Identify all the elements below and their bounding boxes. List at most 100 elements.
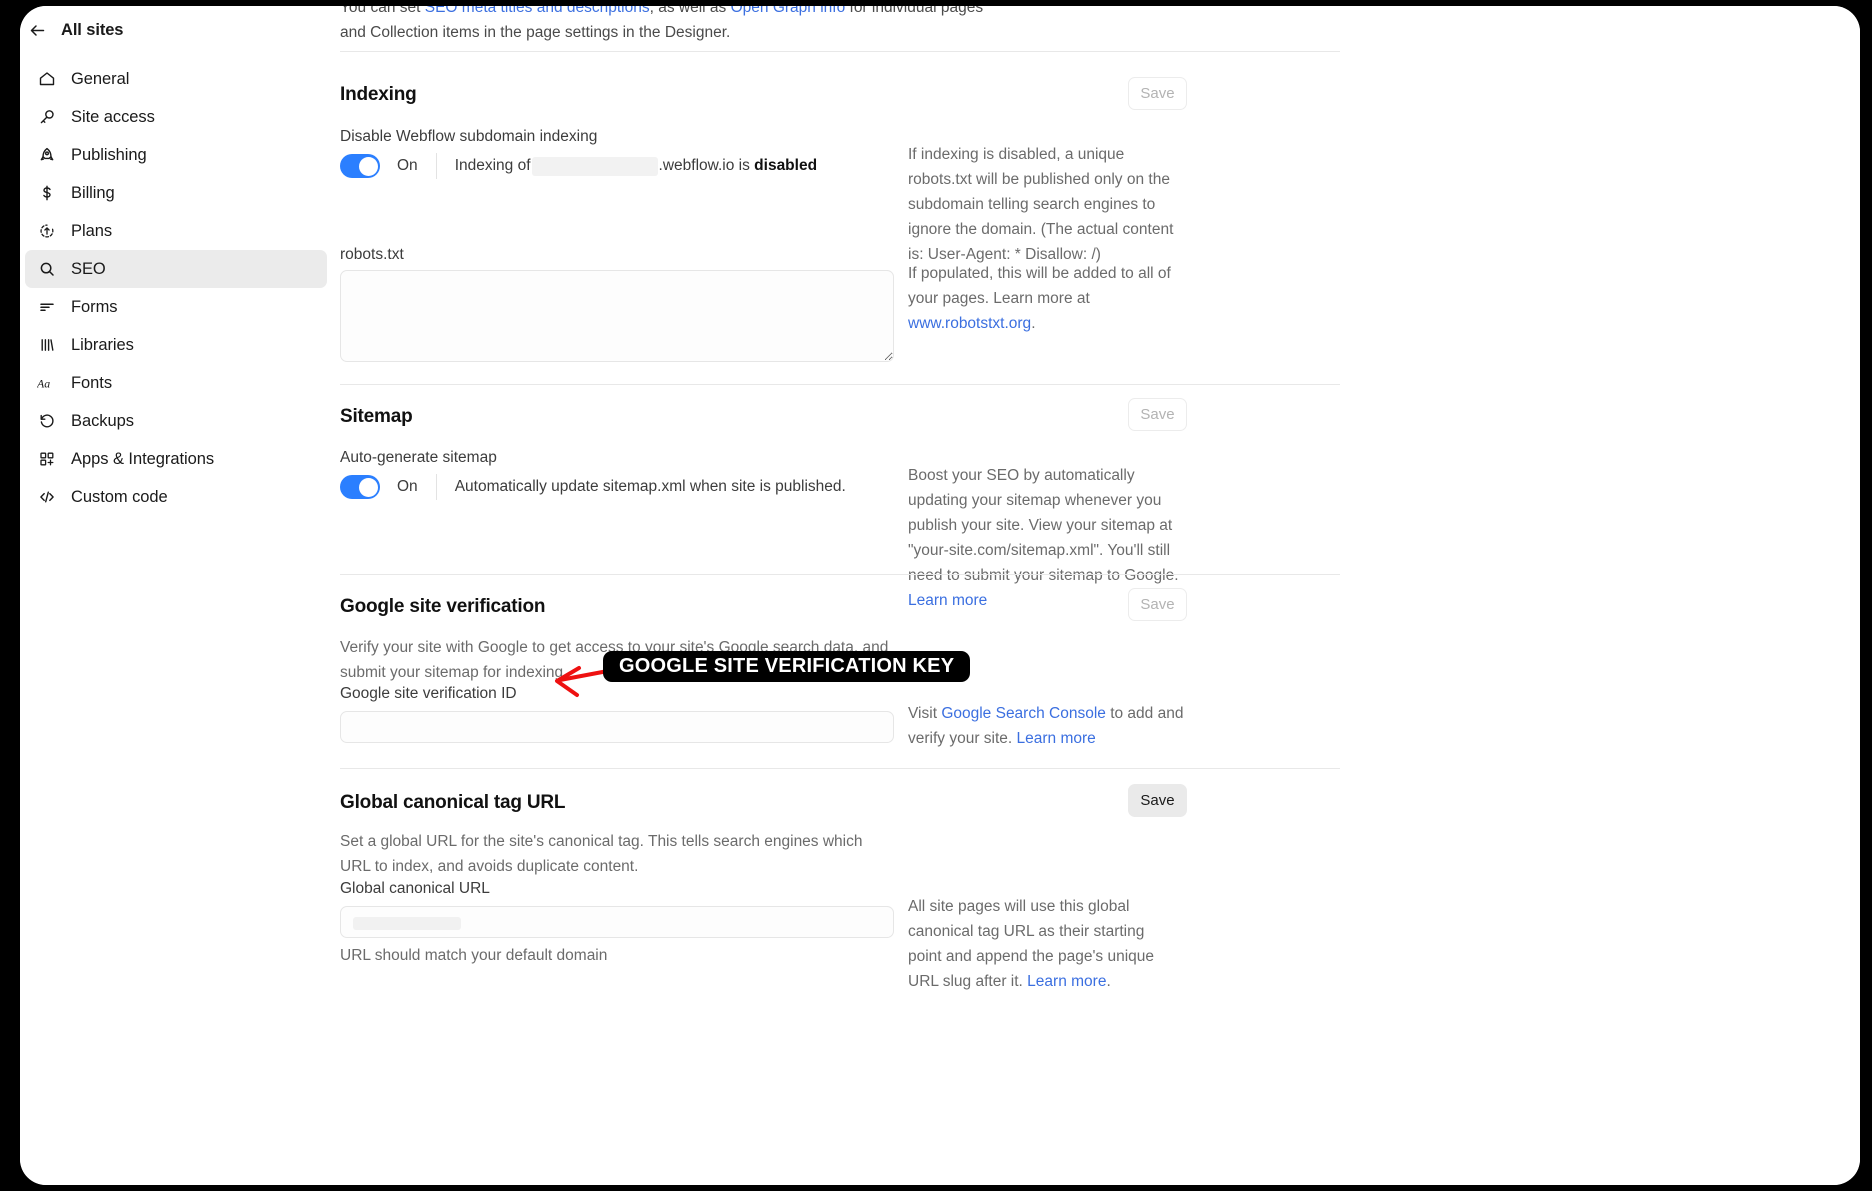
toggle-state-label: On	[397, 157, 418, 174]
toggle-state-label: On	[397, 478, 418, 495]
sidebar-item-forms[interactable]: Forms	[25, 288, 327, 326]
back-to-all-sites[interactable]: All sites	[20, 10, 340, 50]
intro-text-c: for individual pages	[845, 6, 984, 16]
backup-icon	[37, 412, 56, 431]
code-icon	[37, 488, 56, 507]
sidebar-item-backups[interactable]: Backups	[25, 402, 327, 440]
sitemap-section-title: Sitemap	[340, 406, 413, 427]
apps-icon	[37, 450, 56, 469]
indexing-status-bold: disabled	[754, 157, 818, 174]
google-verification-description: Verify your site with Google to get acce…	[340, 639, 889, 681]
google-verification-id-input[interactable]	[340, 711, 894, 743]
settings-content: You can set SEO meta titles and descript…	[340, 6, 1860, 1185]
divider	[340, 574, 1340, 575]
sidebar-item-publishing[interactable]: Publishing	[25, 136, 327, 174]
rocket-icon	[37, 146, 56, 165]
seo-meta-link[interactable]: SEO meta titles and descriptions	[425, 6, 650, 16]
subdomain-indexing-toggle[interactable]	[340, 154, 380, 178]
google-verification-save-button[interactable]: Save	[1128, 588, 1187, 621]
sidebar-item-label: Forms	[71, 297, 118, 316]
auto-sitemap-description: Automatically update sitemap.xml when si…	[454, 478, 846, 495]
auto-sitemap-toggle[interactable]	[340, 475, 380, 499]
sidebar-item-label: Site access	[71, 107, 155, 126]
sidebar-item-plans[interactable]: Plans	[25, 212, 327, 250]
sitemap-save-button[interactable]: Save	[1128, 398, 1187, 431]
robots-helper-b: .	[1031, 315, 1036, 332]
canonical-url-input[interactable]	[340, 906, 894, 938]
divider	[340, 51, 1340, 52]
toggle-knob	[358, 477, 378, 497]
libraries-icon	[37, 336, 56, 355]
robots-txt-helper: If populated, this will be added to all …	[908, 261, 1183, 336]
canonical-helper-text: All site pages will use this global cano…	[908, 894, 1180, 994]
indexing-section-title: Indexing	[340, 84, 417, 105]
canonical-url-input-wrap	[340, 906, 894, 938]
open-graph-link[interactable]: Open Graph info	[731, 6, 846, 16]
divider	[340, 384, 1340, 385]
intro-line-2: and Collection items in the page setting…	[340, 24, 731, 41]
intro-paragraph: You can set SEO meta titles and descript…	[340, 6, 1000, 45]
sidebar-item-label: Backups	[71, 411, 134, 430]
upgrade-icon	[37, 222, 56, 241]
indexing-helper-text: If indexing is disabled, a unique robots…	[908, 146, 1174, 263]
sitemap-learn-more-link[interactable]: Learn more	[908, 592, 987, 609]
fonts-icon: Aa	[37, 374, 56, 393]
sidebar: All sites General Site access Publishing…	[20, 6, 340, 1185]
home-icon	[37, 70, 56, 89]
divider-vertical	[435, 474, 437, 500]
sidebar-item-label: Plans	[71, 221, 113, 240]
sidebar-item-label: Billing	[71, 183, 115, 202]
sidebar-item-fonts[interactable]: Aa Fonts	[25, 364, 327, 402]
intro-text-b: , as well as	[649, 6, 731, 16]
sidebar-item-general[interactable]: General	[25, 60, 327, 98]
sidebar-item-seo[interactable]: SEO	[25, 250, 327, 288]
canonical-url-label: Global canonical URL	[340, 880, 490, 897]
search-icon	[37, 260, 56, 279]
sidebar-item-apps-integrations[interactable]: Apps & Integrations	[25, 440, 327, 478]
robots-txt-textarea[interactable]	[340, 270, 894, 362]
sitemap-helper-a: Boost your SEO by automatically updating…	[908, 467, 1179, 584]
canonical-helper-b: .	[1106, 973, 1111, 990]
canonical-learn-more-link[interactable]: Learn more	[1027, 973, 1106, 990]
key-icon	[37, 108, 56, 127]
google-search-console-link[interactable]: Google Search Console	[941, 705, 1106, 722]
indexing-save-button[interactable]: Save	[1128, 77, 1187, 110]
sidebar-item-label: SEO	[71, 259, 106, 278]
sidebar-item-label: Custom code	[71, 487, 168, 506]
google-verification-helper: Visit Google Search Console to add and v…	[908, 701, 1188, 751]
sidebar-item-label: Fonts	[71, 373, 113, 392]
sidebar-item-site-access[interactable]: Site access	[25, 98, 327, 136]
arrow-left-icon	[28, 21, 47, 40]
canonical-url-note: URL should match your default domain	[340, 947, 608, 964]
forms-icon	[37, 298, 56, 317]
toggle-knob	[358, 156, 378, 176]
indexing-status-prefix: Indexing of	[454, 157, 531, 174]
gv-learn-more-link[interactable]: Learn more	[1017, 730, 1096, 747]
canonical-save-button[interactable]: Save	[1128, 784, 1187, 817]
robots-txt-label: robots.txt	[340, 246, 404, 263]
robotstxt-org-link[interactable]: www.robotstxt.org	[908, 315, 1031, 332]
sidebar-item-label: Publishing	[71, 145, 147, 164]
dollar-icon	[37, 184, 56, 203]
gv-helper-a: Visit	[908, 705, 942, 722]
sidebar-item-libraries[interactable]: Libraries	[25, 326, 327, 364]
auto-generate-sitemap-label: Auto-generate sitemap	[340, 449, 497, 466]
indexing-status-domain: .webflow.io is	[658, 157, 750, 174]
back-label: All sites	[61, 20, 124, 39]
sidebar-item-custom-code[interactable]: Custom code	[25, 478, 327, 516]
auto-sitemap-toggle-row: On Automatically update sitemap.xml when…	[340, 473, 846, 501]
svg-text:Aa: Aa	[37, 376, 50, 390]
indexing-status-text: Indexing of .webflow.io is disabled	[454, 156, 818, 176]
divider-vertical	[435, 153, 437, 179]
canonical-section-title: Global canonical tag URL	[340, 792, 566, 813]
app-window: All sites General Site access Publishing…	[20, 6, 1860, 1185]
sidebar-item-label: General	[71, 69, 130, 88]
subdomain-indexing-label: Disable Webflow subdomain indexing	[340, 128, 598, 145]
sidebar-item-billing[interactable]: Billing	[25, 174, 327, 212]
sidebar-item-label: Apps & Integrations	[71, 449, 215, 468]
google-verification-section-title: Google site verification	[340, 596, 546, 617]
google-verification-id-label: Google site verification ID	[340, 685, 517, 702]
robots-helper-a: If populated, this will be added to all …	[908, 265, 1171, 307]
sidebar-item-label: Libraries	[71, 335, 134, 354]
subdomain-indexing-toggle-row: On Indexing of .webflow.io is disabled	[340, 152, 817, 180]
